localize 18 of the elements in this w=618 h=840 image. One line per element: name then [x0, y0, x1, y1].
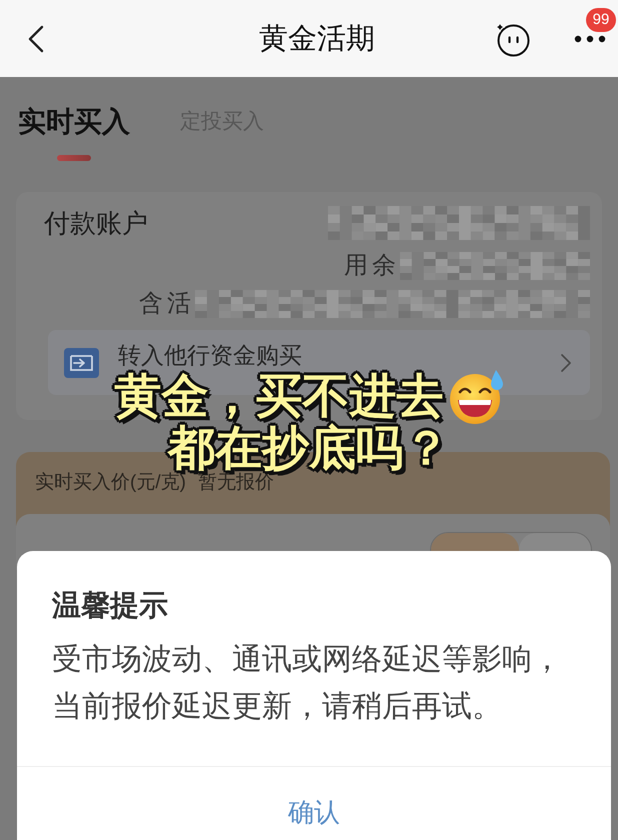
notification-badge: 99: [586, 8, 616, 32]
transfer-card-icon: [64, 348, 99, 378]
account-info-text: 用余: [344, 252, 400, 280]
confirm-button[interactable]: 确认: [17, 766, 611, 839]
tab-indicator: [57, 155, 91, 161]
more-icon[interactable]: [574, 34, 606, 42]
dialog-title: 温馨提示: [52, 589, 169, 623]
caption-text: 都在抄底吗？: [168, 424, 450, 472]
dialog-message: 受市场波动、通讯或网络延迟等影响，当前报价延迟更新，请稍后再试。: [52, 642, 563, 725]
tab[interactable]: 实时买入: [18, 105, 130, 139]
price-value: 暂无报价: [198, 472, 274, 494]
account-label: 付款账户: [44, 208, 148, 238]
page-title: 黄金活期: [259, 22, 375, 56]
grinning-sweat-emoji-icon: [448, 368, 504, 424]
price-label: 实时买入价(元/克): [35, 472, 186, 494]
account-info-text: 含活: [139, 290, 195, 318]
chevron-right-icon: [560, 352, 572, 372]
chevron-left-icon: [28, 24, 44, 52]
